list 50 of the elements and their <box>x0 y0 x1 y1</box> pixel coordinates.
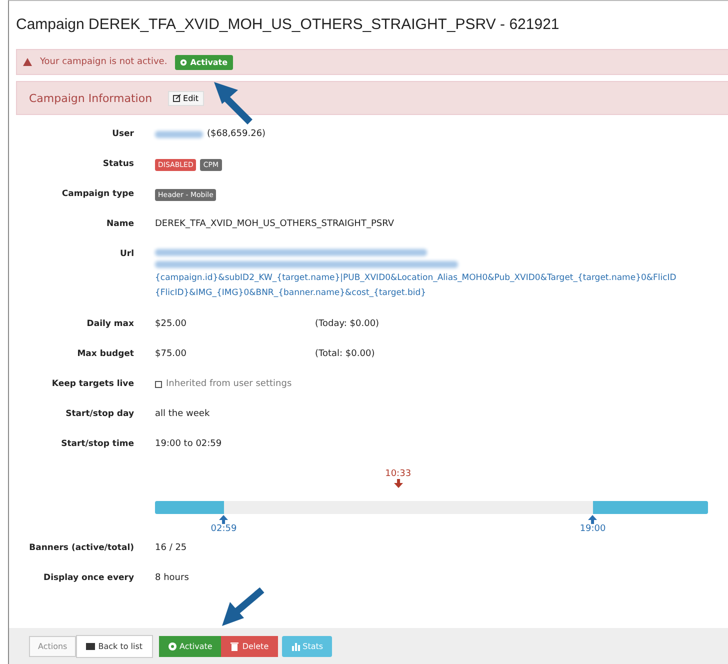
field-label: Start/stop day <box>64 408 134 419</box>
circle-icon <box>180 58 188 66</box>
bar-chart-icon <box>290 642 300 650</box>
edit-button[interactable]: Edit <box>168 90 204 106</box>
field-value: $25.00 <box>155 319 188 329</box>
user-balance: ($68,659.26) <box>207 129 266 139</box>
field-label: Display once every <box>42 572 134 583</box>
field-label: Campaign type <box>60 188 134 199</box>
field-note: (Total: $0.00) <box>315 349 375 359</box>
field-label: Url <box>118 248 134 259</box>
activate-button[interactable]: Activate <box>175 54 233 70</box>
up-arrow-icon <box>588 515 598 524</box>
url-link[interactable]: {FlicID}&IMG_{IMG}0&BNR_{banner.name}&cost_{target.bid} <box>155 288 728 298</box>
field-value: 8 hours <box>155 573 189 583</box>
circle-icon <box>168 642 177 650</box>
edit-icon <box>173 94 182 102</box>
field-label: Name <box>106 218 134 229</box>
field-value: DEREK_TFA_XVID_MOH_US_OTHERS_STRAIGHT_PSRV <box>155 219 394 229</box>
field-label: Keep targets live <box>50 378 134 389</box>
checkbox[interactable] <box>155 380 162 388</box>
warning-icon <box>23 58 32 66</box>
trash-icon <box>230 642 240 650</box>
checkbox-label: Inherited from user settings <box>166 379 292 389</box>
field-label: Start/stop time <box>60 438 134 449</box>
start-time-label: 19:00 <box>580 524 606 534</box>
field-note: (Today: $0.00) <box>315 319 380 329</box>
field-label: Status <box>102 158 134 169</box>
list-icon <box>86 642 96 650</box>
field-value: 19:00 to 02:59 <box>155 439 222 449</box>
activate-button[interactable]: Activate <box>158 636 222 656</box>
arrow-drawing <box>222 587 264 626</box>
actions-label: Actions <box>29 636 76 656</box>
field-value: all the week <box>155 409 210 419</box>
field-label: Daily max <box>86 318 134 329</box>
field-label: User <box>111 128 134 139</box>
url-link[interactable]: {campaign.id}&subID2_KW_{target.name}|PUB_XVID0&Location_Alias_MOH0&Pub_XVID0&Target_{target.name}0&FlicID <box>155 273 728 283</box>
alert-message: Your campaign is not active. <box>40 57 168 67</box>
field-label: Banners (active/total) <box>28 542 134 553</box>
field-value: 16 / 25 <box>155 543 187 553</box>
stop-time-label: 02:59 <box>210 524 237 534</box>
up-arrow-icon <box>219 515 228 524</box>
section-title: Campaign Information <box>29 92 152 104</box>
field-label: Max budget <box>76 348 134 359</box>
arrow-drawing <box>214 82 252 124</box>
down-arrow-icon <box>394 479 403 488</box>
field-value: $75.00 <box>155 349 188 359</box>
delete-button[interactable]: Delete <box>221 636 278 656</box>
current-time-label: 10:33 <box>385 469 412 479</box>
back-button[interactable]: Back to list <box>76 634 153 658</box>
page-title: Campaign DEREK_TFA_XVID_MOH_US_OTHERS_STRAIGHT_PSRV - 621921 <box>16 16 560 33</box>
